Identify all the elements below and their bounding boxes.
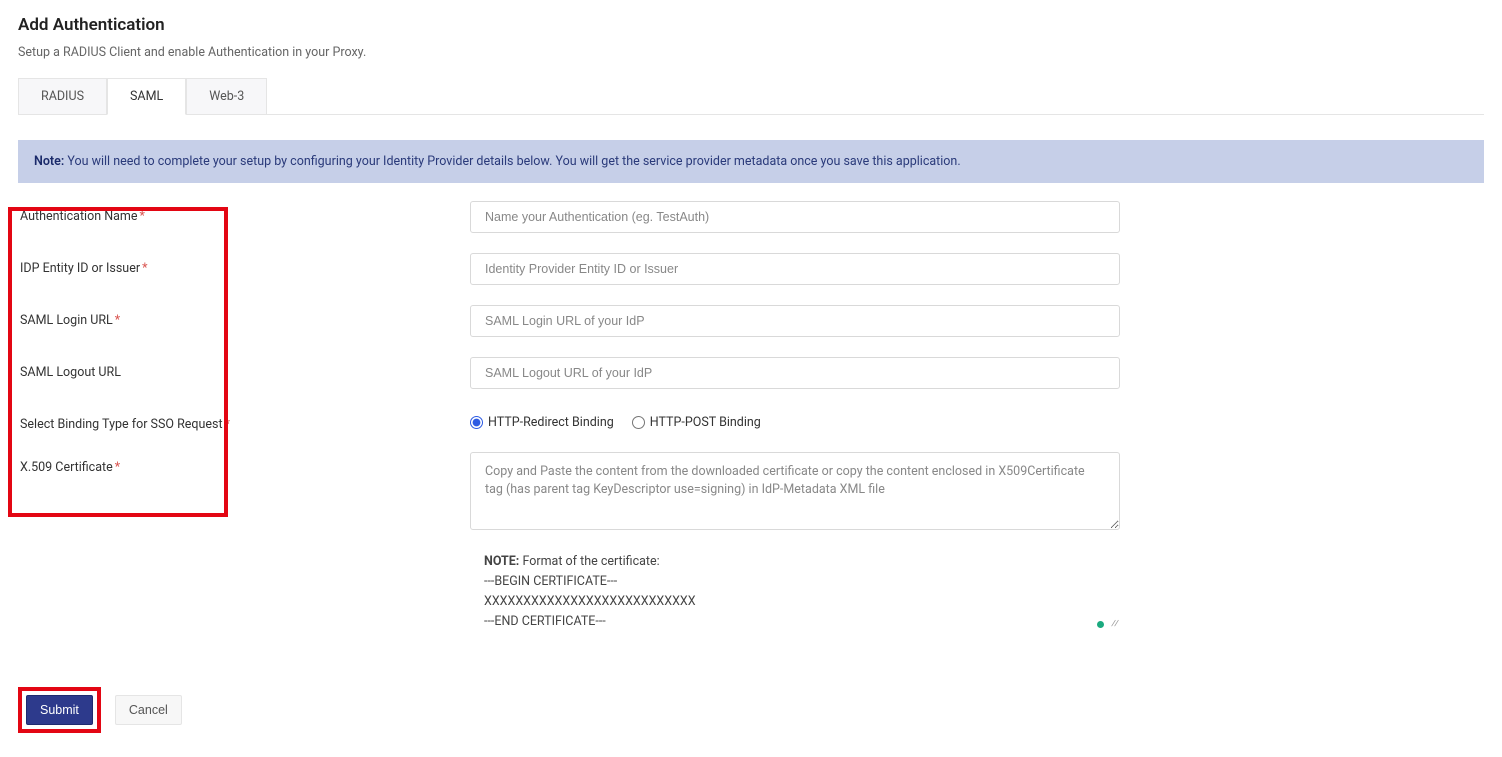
cancel-button[interactable]: Cancel: [115, 695, 182, 725]
radio-http-post[interactable]: HTTP-POST Binding: [632, 415, 761, 430]
page-subtitle: Setup a RADIUS Client and enable Authent…: [18, 45, 1484, 60]
note-text: You will need to complete your setup by …: [64, 154, 960, 169]
textarea-x509[interactable]: [470, 452, 1120, 530]
label-idp-entity: IDP Entity ID or Issuer*: [18, 253, 470, 276]
input-saml-logout[interactable]: [470, 357, 1120, 389]
tab-saml[interactable]: SAML: [107, 78, 186, 115]
highlight-box-submit: Submit: [18, 687, 101, 733]
radio-http-redirect-input[interactable]: [470, 416, 483, 429]
input-auth-name[interactable]: [470, 201, 1120, 233]
note-label: Note:: [34, 154, 64, 169]
input-idp-entity[interactable]: [470, 253, 1120, 285]
tab-radius[interactable]: RADIUS: [18, 78, 107, 114]
resize-handle-icon[interactable]: ⁄⁄: [1111, 617, 1117, 630]
page-title: Add Authentication: [18, 15, 1484, 35]
tab-web3[interactable]: Web-3: [186, 78, 267, 114]
label-auth-name: Authentication Name*: [18, 201, 470, 224]
cert-format-note: NOTE: Format of the certificate: ---BEGI…: [470, 552, 1120, 632]
input-saml-login[interactable]: [470, 305, 1120, 337]
label-x509: X.509 Certificate*: [18, 452, 470, 475]
label-binding-type: Select Binding Type for SSO Request*: [18, 409, 470, 432]
radio-http-post-input[interactable]: [632, 416, 645, 429]
binding-radio-group: HTTP-Redirect Binding HTTP-POST Binding: [470, 409, 1120, 430]
radio-http-redirect-label: HTTP-Redirect Binding: [488, 415, 614, 430]
radio-http-post-label: HTTP-POST Binding: [650, 415, 761, 430]
form-area: Authentication Name* IDP Entity ID or Is…: [18, 201, 1484, 632]
radio-http-redirect[interactable]: HTTP-Redirect Binding: [470, 415, 614, 430]
submit-button[interactable]: Submit: [26, 695, 93, 725]
label-saml-login: SAML Login URL*: [18, 305, 470, 328]
resize-dot-icon: [1097, 621, 1104, 628]
info-note: Note: You will need to complete your set…: [18, 140, 1484, 183]
label-saml-logout: SAML Logout URL: [18, 357, 470, 380]
tabs: RADIUS SAML Web-3: [18, 78, 1484, 115]
actions-row: Submit Cancel: [18, 687, 1484, 733]
